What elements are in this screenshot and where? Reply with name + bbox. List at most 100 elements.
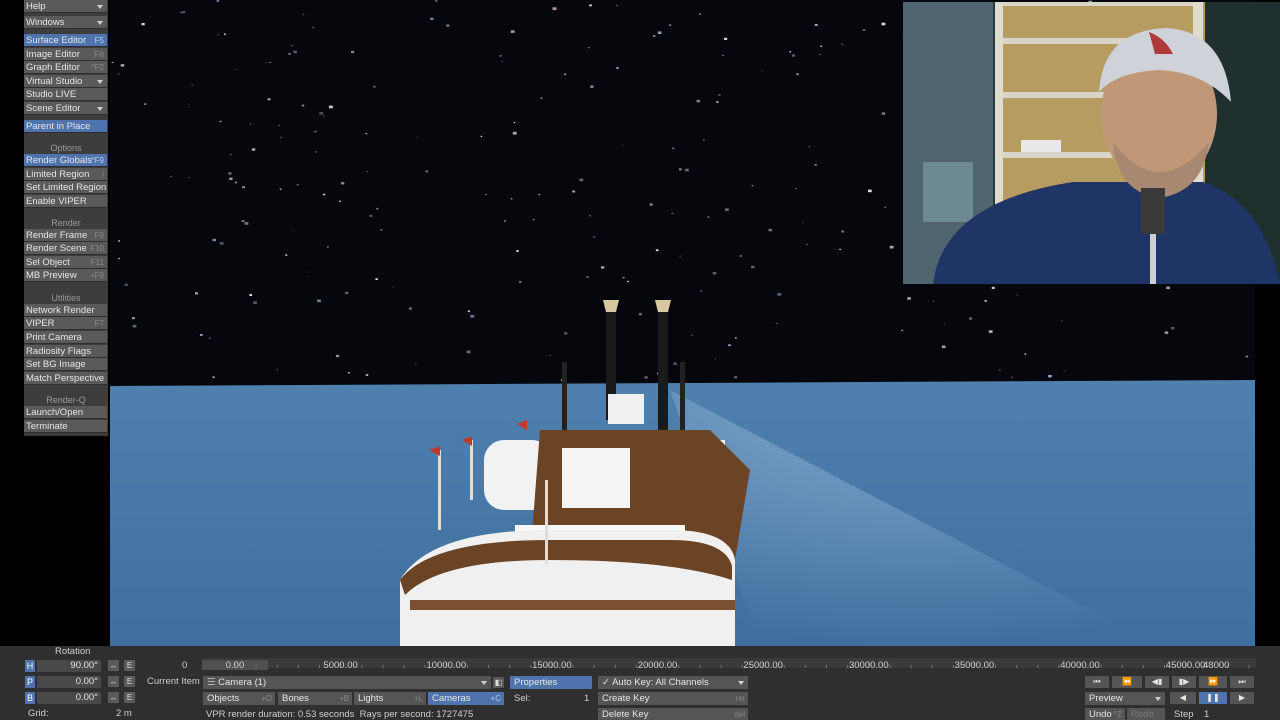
auto-key-select[interactable]: ✓ Auto Key: All Channels (598, 676, 748, 689)
star (998, 369, 1001, 371)
star (365, 374, 369, 376)
render-frame-button[interactable]: Render Frame F9 (24, 229, 107, 242)
star (315, 151, 317, 153)
prev-key-icon[interactable]: ⏪ (1112, 676, 1142, 688)
star (540, 97, 543, 99)
render-globals-button[interactable]: Render Globals ^F9 (24, 154, 107, 167)
preview-select[interactable]: Preview (1085, 692, 1165, 705)
cameras-button[interactable]: Cameras +C (428, 692, 504, 705)
star (700, 290, 703, 292)
play-icon[interactable]: ▶ (1230, 692, 1254, 704)
star (291, 45, 293, 47)
star (703, 139, 705, 141)
star (814, 23, 818, 26)
timeline-tick-label: 25000.00 (743, 660, 783, 671)
star (249, 294, 253, 296)
envelope-p-button[interactable]: E (124, 676, 135, 687)
parent-in-place-button[interactable]: Parent in Place (24, 120, 107, 133)
virtual-studio-button[interactable]: Virtual Studio (24, 75, 107, 88)
viper-button[interactable]: VIPER F7 (24, 317, 107, 330)
last-frame-icon[interactable]: ⏭ (1230, 676, 1254, 688)
star (312, 26, 314, 28)
network-render-button[interactable]: Network Render (24, 304, 107, 317)
bones-button[interactable]: Bones +B (278, 692, 352, 705)
render-scene-button[interactable]: Render Scene F10 (24, 242, 107, 255)
lights-button[interactable]: Lights +L (354, 692, 426, 705)
star (249, 123, 251, 125)
windows-menu[interactable]: Windows (24, 16, 107, 29)
button-label: Set Limited Region (26, 182, 107, 193)
star (251, 148, 256, 151)
pitch-field[interactable]: 0.00° (37, 676, 101, 688)
terminate-button[interactable]: Terminate (24, 420, 107, 433)
star (195, 292, 198, 295)
star (699, 13, 702, 15)
star (425, 170, 428, 173)
star (118, 73, 120, 75)
chevron-down-icon (738, 681, 744, 685)
pause-icon[interactable]: ❚❚ (1199, 692, 1227, 704)
star (907, 297, 911, 300)
star (307, 271, 309, 273)
step-label: Step (1174, 709, 1194, 720)
scene-editor-button[interactable]: Scene Editor (24, 102, 107, 115)
limited-region-button[interactable]: Limited Region l (24, 168, 107, 181)
play-back-icon[interactable]: ◀ (1170, 692, 1196, 704)
properties-button[interactable]: Properties (510, 676, 592, 689)
grid-label: Grid: (28, 708, 49, 719)
set-limited-region-button[interactable]: Set Limited Region (24, 181, 107, 194)
button-label: MB Preview (26, 270, 77, 281)
envelope-b-button[interactable]: E (124, 692, 135, 703)
set-bg-image-button[interactable]: Set BG Image (24, 358, 107, 371)
next-frame-icon[interactable]: ▮▶ (1172, 676, 1196, 688)
help-menu[interactable]: Help (24, 0, 107, 13)
reset-h-icon[interactable]: ↔ (108, 660, 119, 671)
step-value[interactable]: 1 (1204, 709, 1209, 720)
heading-field[interactable]: 90.00° (37, 660, 101, 672)
enable-viper-button[interactable]: Enable VIPER (24, 195, 107, 208)
undo-button[interactable]: Undo ^Z (1085, 708, 1125, 720)
star (868, 189, 872, 193)
bank-field[interactable]: 0.00° (37, 692, 101, 704)
prev-frame-icon[interactable]: ◀▮ (1145, 676, 1169, 688)
status-text: VPR render duration: 0.53 seconds Rays p… (206, 709, 474, 720)
image-editor-button[interactable]: Image Editor F6 (24, 48, 107, 61)
timeline-tick-label: 40000.00 (1060, 660, 1100, 671)
first-frame-icon[interactable]: ⏮ (1085, 676, 1109, 688)
star (279, 188, 282, 190)
current-item-select[interactable]: ☰ Camera (1) (203, 676, 491, 689)
checkmark-icon: ✓ (602, 677, 613, 688)
delete-key-button[interactable]: Delete Key del (598, 708, 748, 720)
item-options-icon[interactable]: ◧ (493, 677, 504, 688)
star (616, 5, 618, 7)
create-key-button[interactable]: Create Key ret (598, 692, 748, 705)
radiosity-flags-button[interactable]: Radiosity Flags (24, 345, 107, 358)
next-key-icon[interactable]: ⏩ (1199, 676, 1227, 688)
star (814, 164, 817, 166)
launch-open-button[interactable]: Launch/Open (24, 406, 107, 419)
match-perspective-button[interactable]: Match Perspective (24, 372, 107, 385)
star (301, 104, 305, 107)
envelope-h-button[interactable]: E (124, 660, 135, 671)
graph-editor-button[interactable]: Graph Editor ^F2 (24, 61, 107, 74)
star (446, 24, 450, 27)
star (278, 125, 280, 126)
star (292, 229, 294, 231)
star (728, 344, 731, 347)
button-label: Network Render (26, 305, 95, 316)
shortcut-label: +L (413, 694, 423, 703)
mb-preview-button[interactable]: MB Preview +F9 (24, 269, 107, 282)
reset-b-icon[interactable]: ↔ (108, 692, 119, 703)
star (415, 363, 417, 365)
objects-button[interactable]: Objects +O (203, 692, 275, 705)
print-camera-button[interactable]: Print Camera (24, 331, 107, 344)
button-label: Set BG Image (26, 359, 86, 370)
star (549, 354, 551, 356)
reset-p-icon[interactable]: ↔ (108, 676, 119, 687)
studio-live-button[interactable]: Studio LIVE (24, 88, 107, 101)
surface-editor-button[interactable]: Surface Editor F5 (24, 34, 107, 47)
star (638, 313, 643, 316)
timeline-tick-label: 10000.00 (426, 660, 467, 671)
sel-object-button[interactable]: Sel Object F11 (24, 256, 107, 269)
redo-button[interactable]: Redo (1127, 708, 1165, 720)
